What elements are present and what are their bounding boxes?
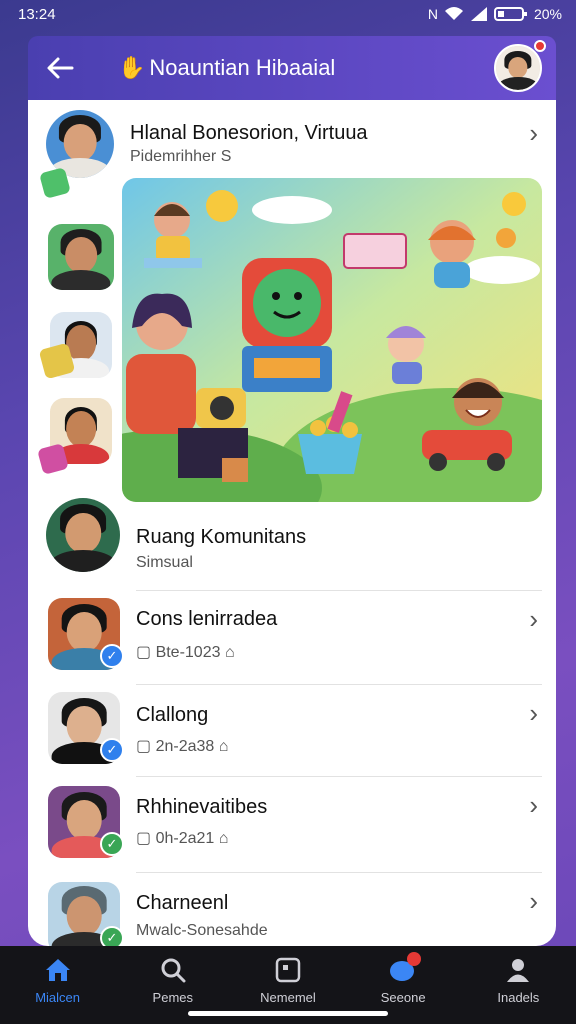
content-card: Hlanal Bonesorion, Virtuua Pidemrihher S… bbox=[28, 100, 556, 946]
status-bar: 13:24 N 20% bbox=[0, 0, 576, 28]
nfc-indicator: N bbox=[427, 6, 438, 22]
divider bbox=[136, 872, 542, 873]
featured-avatar[interactable] bbox=[46, 110, 114, 178]
tag-icon: ⌂ bbox=[214, 830, 229, 847]
nav-label: Seeone bbox=[380, 990, 426, 1005]
notification-dot bbox=[534, 40, 546, 52]
thumbnail-avatar[interactable] bbox=[48, 224, 114, 290]
list-item-title: Clallong bbox=[136, 704, 209, 726]
nav-label: Nememel bbox=[260, 990, 316, 1005]
verified-check-icon: ✓ bbox=[100, 738, 124, 762]
community-subtitle: Simsual bbox=[136, 554, 193, 571]
calendar-icon: ▢ bbox=[136, 644, 156, 661]
list-item-meta: ▢ Bte-1023 ⌂ bbox=[136, 644, 235, 661]
nav-label: Mialcen bbox=[35, 990, 80, 1005]
status-time: 13:24 bbox=[18, 5, 56, 23]
back-button[interactable] bbox=[42, 50, 78, 86]
chevron-right-icon[interactable]: › bbox=[529, 698, 538, 729]
app-header: ✋ Noauntian Hibaaial bbox=[28, 36, 556, 100]
status-indicators: N 20% bbox=[428, 6, 562, 22]
chevron-right-icon[interactable]: › bbox=[529, 604, 538, 635]
verified-check-icon: ✓ bbox=[100, 832, 124, 856]
wave-hand-icon: ✋ bbox=[118, 55, 146, 80]
wifi-icon bbox=[444, 7, 463, 20]
battery-icon bbox=[493, 7, 527, 21]
list-item-meta: ▢ 0h-2a21 ⌂ bbox=[136, 830, 229, 847]
divider bbox=[136, 590, 542, 591]
verified-check-icon: ✓ bbox=[100, 644, 124, 668]
nav-tab-grid[interactable]: Nememel bbox=[238, 956, 338, 1005]
battery-percent: 20% bbox=[533, 6, 562, 22]
community-banner-image[interactable] bbox=[122, 178, 542, 502]
grid-icon bbox=[274, 956, 302, 984]
list-item-meta: Mwalc-Sonesahde bbox=[136, 922, 268, 939]
community-avatar[interactable] bbox=[46, 498, 120, 572]
profile-avatar[interactable] bbox=[494, 44, 542, 92]
verified-check-icon: ✓ bbox=[100, 926, 124, 946]
home-indicator[interactable] bbox=[188, 1011, 388, 1016]
tag-icon: ⌂ bbox=[214, 738, 229, 755]
calendar-icon: ▢ bbox=[136, 738, 156, 755]
chevron-right-icon[interactable]: › bbox=[529, 886, 538, 917]
header-title-text: Noauntian Hibaaial bbox=[149, 55, 336, 80]
calendar-icon: ▢ bbox=[136, 830, 156, 847]
nav-tab-profile[interactable]: Inadels bbox=[468, 956, 568, 1005]
list-item-title: Rhhinevaitibes bbox=[136, 796, 268, 818]
list-item-title: Cons lenirradea bbox=[136, 608, 278, 630]
profile-icon bbox=[504, 956, 532, 984]
featured-subtitle: Pidemrihher S bbox=[130, 148, 232, 165]
nav-tab-chat[interactable]: Seeone bbox=[353, 952, 453, 1005]
tag-icon: ⌂ bbox=[220, 644, 235, 661]
divider bbox=[136, 684, 542, 685]
nav-label: Pemes bbox=[152, 990, 194, 1005]
list-item-meta: ▢ 2n-2a38 ⌂ bbox=[136, 738, 229, 755]
notification-badge bbox=[407, 952, 422, 966]
chat-bubble-icon bbox=[389, 952, 422, 984]
chevron-right-icon[interactable]: › bbox=[529, 118, 538, 149]
avatar-image bbox=[496, 46, 540, 90]
nav-tab-home[interactable]: Mialcen bbox=[8, 956, 108, 1005]
header-title: ✋ Noauntian Hibaaial bbox=[118, 55, 494, 81]
nav-tab-search[interactable]: Pemes bbox=[123, 956, 223, 1005]
illustration bbox=[122, 178, 542, 502]
signal-icon bbox=[470, 7, 487, 21]
divider bbox=[136, 776, 542, 777]
chevron-right-icon[interactable]: › bbox=[529, 790, 538, 821]
list-item-title: Charneenl bbox=[136, 892, 229, 914]
home-icon bbox=[44, 956, 72, 984]
community-title: Ruang Komunitans bbox=[136, 526, 307, 548]
search-icon bbox=[159, 956, 187, 984]
back-arrow-icon bbox=[47, 57, 74, 79]
featured-title: Hlanal Bonesorion, Virtuua bbox=[130, 122, 368, 144]
nav-label: Inadels bbox=[497, 990, 540, 1005]
